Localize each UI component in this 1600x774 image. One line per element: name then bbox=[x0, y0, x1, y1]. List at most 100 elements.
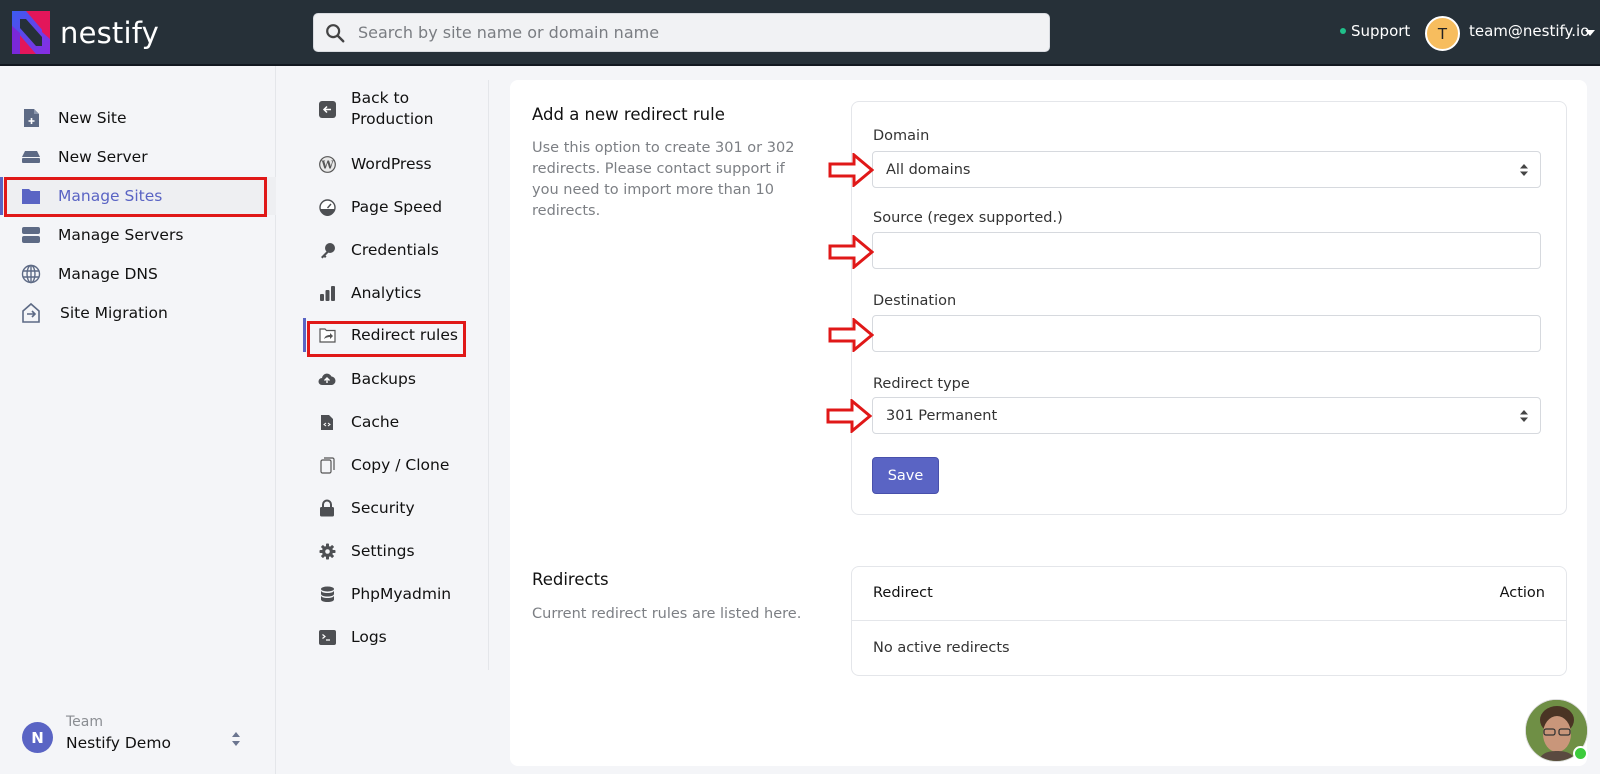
subnav-item-redirect-rules[interactable]: Redirect rules bbox=[296, 318, 489, 352]
top-bar: nestify Support T team@nestify.io bbox=[0, 0, 1600, 66]
subnav-item-settings[interactable]: Settings bbox=[296, 540, 489, 562]
sidebar-item-label: Manage DNS bbox=[58, 265, 158, 283]
subnav-item-phpmyadmin[interactable]: PhpMyadmin bbox=[296, 583, 489, 605]
copy-icon bbox=[318, 456, 336, 474]
user-email[interactable]: team@nestify.io bbox=[1469, 22, 1589, 40]
annotation-arrow-icon bbox=[828, 153, 874, 187]
sort-arrows-icon[interactable] bbox=[230, 730, 242, 748]
redirect-type-select-value: 301 Permanent bbox=[886, 407, 998, 424]
svg-text:W: W bbox=[320, 158, 334, 171]
subnav-item-analytics[interactable]: Analytics bbox=[296, 282, 489, 304]
sidebar-item-manage-dns[interactable]: Manage DNS bbox=[0, 255, 276, 293]
subnav-item-back-to-production[interactable]: Back to Production bbox=[296, 88, 489, 130]
online-status-dot bbox=[1573, 746, 1588, 761]
sidebar-item-label: New Server bbox=[58, 148, 148, 166]
online-status-dot bbox=[1340, 28, 1346, 34]
globe-icon bbox=[20, 263, 42, 285]
subnav-item-label: Analytics bbox=[351, 283, 422, 302]
logo[interactable]: nestify bbox=[12, 11, 159, 54]
subnav-item-credentials[interactable]: Credentials bbox=[296, 239, 489, 261]
redirects-title: Redirects bbox=[532, 570, 609, 589]
redirect-type-select[interactable]: 301 Permanent bbox=[872, 397, 1541, 434]
subnav-item-label: Back to Production bbox=[351, 89, 434, 128]
folder-share-icon bbox=[318, 326, 336, 344]
speedometer-icon bbox=[318, 198, 336, 216]
source-input[interactable] bbox=[872, 232, 1541, 269]
subnav-item-page-speed[interactable]: Page Speed bbox=[296, 196, 489, 218]
team-avatar: N bbox=[22, 722, 53, 753]
sidebar-item-label: Manage Servers bbox=[58, 226, 184, 244]
subnav-item-wordpress[interactable]: W WordPress bbox=[296, 153, 489, 175]
team-switcher[interactable]: N Team Nestify Demo bbox=[22, 714, 262, 764]
add-rule-title: Add a new redirect rule bbox=[532, 105, 725, 124]
database-icon bbox=[318, 585, 336, 603]
sidebar-item-label: Manage Sites bbox=[58, 187, 163, 205]
select-arrows-icon bbox=[1520, 164, 1528, 176]
annotation-arrow-icon bbox=[828, 235, 874, 269]
support-label: Support bbox=[1351, 22, 1411, 40]
column-header-action: Action bbox=[1499, 585, 1545, 601]
sidebar-item-manage-servers[interactable]: Manage Servers bbox=[0, 216, 276, 254]
bar-chart-icon bbox=[318, 284, 336, 302]
subnav-item-label: Credentials bbox=[351, 240, 439, 259]
subnav-item-copy-clone[interactable]: Copy / Clone bbox=[296, 454, 489, 476]
redirect-type-label: Redirect type bbox=[873, 376, 970, 392]
search-bar[interactable] bbox=[313, 13, 1050, 52]
destination-input[interactable] bbox=[872, 315, 1541, 352]
search-input[interactable] bbox=[358, 23, 1038, 42]
subnav-item-label: Page Speed bbox=[351, 197, 443, 216]
file-code-icon bbox=[318, 413, 336, 431]
gear-icon bbox=[318, 542, 336, 560]
domain-label: Domain bbox=[873, 128, 930, 144]
arrow-left-icon bbox=[318, 100, 336, 118]
key-icon bbox=[318, 241, 336, 259]
team-label: Team bbox=[66, 714, 104, 730]
add-rule-description: Use this option to create 301 or 302 red… bbox=[532, 140, 795, 219]
server-icon bbox=[20, 146, 42, 168]
empty-state-text: No active redirects bbox=[873, 640, 1010, 656]
subnav-item-logs[interactable]: Logs bbox=[296, 626, 489, 648]
search-icon bbox=[326, 23, 345, 42]
table-header: Redirect Action bbox=[852, 567, 1566, 621]
annotation-arrow-icon bbox=[826, 399, 872, 433]
subnav-item-label: Security bbox=[351, 498, 415, 517]
redirects-table: Redirect Action No active redirects bbox=[851, 566, 1567, 676]
chevron-down-icon[interactable] bbox=[1585, 30, 1595, 36]
save-button[interactable]: Save bbox=[872, 457, 939, 494]
sidebar-item-label: Site Migration bbox=[60, 304, 168, 322]
redirects-description: Current redirect rules are listed here. bbox=[532, 606, 802, 622]
subnav-item-label: Settings bbox=[351, 541, 415, 560]
destination-label: Destination bbox=[873, 293, 957, 309]
add-rule-form: Domain All domains Source (regex support… bbox=[851, 101, 1567, 515]
servers-icon bbox=[20, 224, 42, 246]
sidebar-item-new-site[interactable]: New Site bbox=[0, 99, 276, 137]
cloud-upload-icon bbox=[318, 370, 336, 388]
main-sidebar: New Site New Server Manage Sites Manage … bbox=[0, 66, 276, 774]
subnav-item-label: Logs bbox=[351, 627, 387, 646]
sidebar-item-site-migration[interactable]: Site Migration bbox=[0, 294, 276, 332]
folder-icon bbox=[20, 185, 42, 207]
subnav-item-cache[interactable]: Cache bbox=[296, 411, 489, 433]
subnav-item-label: WordPress bbox=[351, 154, 432, 173]
support-link[interactable]: Support bbox=[1340, 22, 1410, 40]
subnav-item-label: Backups bbox=[351, 369, 416, 388]
lock-icon bbox=[318, 499, 336, 517]
team-name: Nestify Demo bbox=[66, 734, 171, 752]
domain-select[interactable]: All domains bbox=[872, 151, 1541, 188]
sidebar-item-manage-sites[interactable]: Manage Sites bbox=[0, 177, 276, 215]
user-avatar[interactable]: T bbox=[1425, 16, 1460, 51]
domain-select-value: All domains bbox=[886, 161, 971, 178]
sidebar-item-new-server[interactable]: New Server bbox=[0, 138, 276, 176]
subnav-item-security[interactable]: Security bbox=[296, 497, 489, 519]
file-plus-icon bbox=[20, 107, 42, 129]
annotation-arrow-icon bbox=[828, 318, 874, 352]
wordpress-icon: W bbox=[318, 155, 336, 173]
main-content: Add a new redirect rule Use this option … bbox=[510, 80, 1587, 766]
subnav-item-label: Redirect rules bbox=[351, 325, 458, 344]
subnav-item-label: Cache bbox=[351, 412, 400, 431]
subnav-item-label: PhpMyadmin bbox=[351, 584, 452, 603]
subnav-item-backups[interactable]: Backups bbox=[296, 368, 489, 390]
sidebar-item-label: New Site bbox=[58, 109, 127, 127]
column-header-redirect: Redirect bbox=[873, 585, 933, 601]
brand-name: nestify bbox=[60, 15, 160, 50]
